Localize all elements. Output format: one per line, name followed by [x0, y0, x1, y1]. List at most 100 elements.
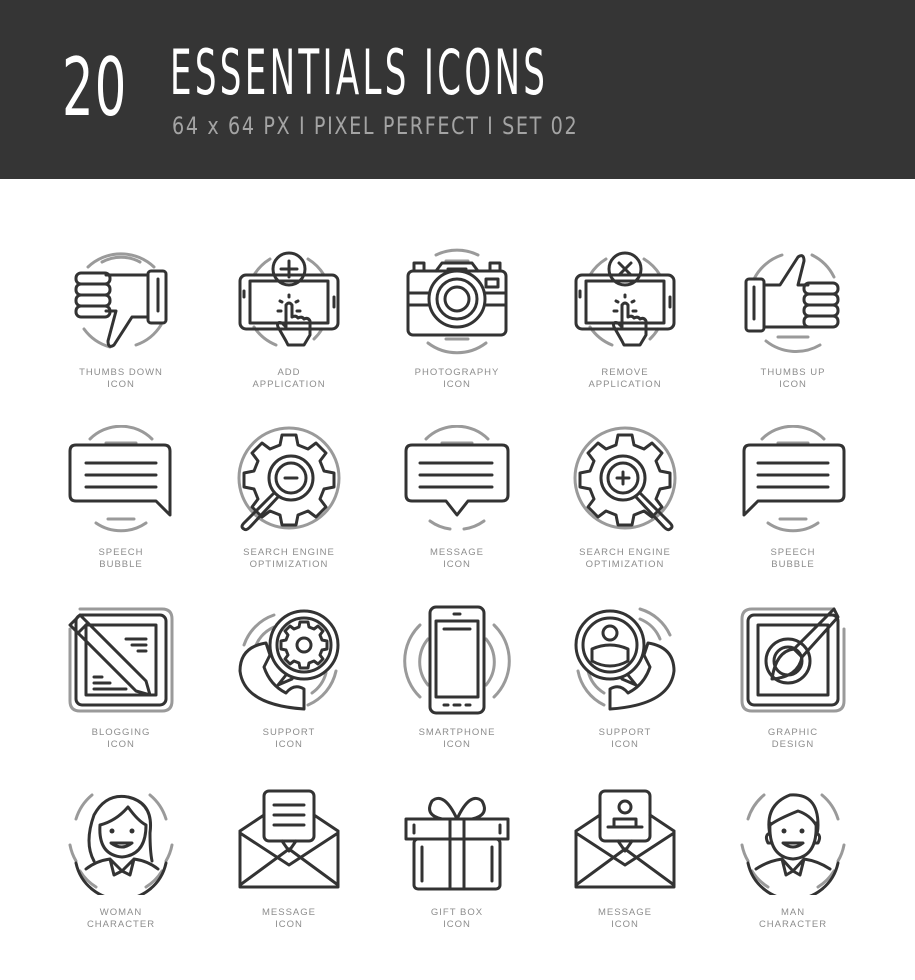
support-user-phone-icon: [574, 607, 676, 711]
icon-label: SPEECH BUBBLE: [37, 547, 205, 571]
icon-tile: MAN CHARACTER: [709, 785, 877, 965]
smartphone-icon: [403, 605, 511, 715]
icon-label-line2: OPTIMIZATION: [249, 559, 329, 570]
woman-character-icon: [68, 793, 174, 895]
icon-label: SUPPORT ICON: [205, 727, 373, 751]
seo-minus-icon: [237, 426, 341, 532]
header-banner: 20 ESSENTIALS ICONS 64 x 64 PX I PIXEL P…: [0, 0, 915, 179]
icon-label-line1: ADD: [277, 367, 301, 378]
speech-bubble-icon: [742, 425, 846, 533]
seo-plus-icon: [573, 426, 677, 532]
icon-label: SUPPORT ICON: [541, 727, 709, 751]
icon-label-line1: SEARCH ENGINE: [243, 547, 335, 558]
icon-label-line2: ICON: [779, 379, 807, 390]
icon-tile: GIFT BOX ICON: [373, 785, 541, 965]
page-subtitle: 64 x 64 PX I PIXEL PERFECT I SET 02: [172, 112, 579, 140]
icon-label-line1: WOMAN: [99, 907, 143, 918]
icon-label: GIFT BOX ICON: [373, 907, 541, 931]
icon-label-line2: APPLICATION: [252, 379, 326, 390]
icon-label-line1: MESSAGE: [262, 907, 316, 918]
icon-label: MESSAGE ICON: [205, 907, 373, 931]
icon-label: SMARTPHONE ICON: [373, 727, 541, 751]
icon-label-line1: THUMBS DOWN: [79, 367, 163, 378]
icon-label-line2: ICON: [275, 739, 303, 750]
add-application-icon: [238, 251, 340, 347]
icon-label: MESSAGE ICON: [373, 547, 541, 571]
icon-label-line2: CHARACTER: [758, 919, 828, 930]
icon-tile: REMOVE APPLICATION: [541, 245, 709, 425]
icon-label: SEARCH ENGINE OPTIMIZATION: [541, 547, 709, 571]
icon-label: SEARCH ENGINE OPTIMIZATION: [205, 547, 373, 571]
icon-label-line1: THUMBS UP: [760, 367, 826, 378]
icon-label-line1: SUPPORT: [598, 727, 652, 738]
icon-label-line2: ICON: [107, 739, 135, 750]
icon-label-line2: ICON: [611, 919, 639, 930]
icon-tile: GRAPHIC DESIGN: [709, 605, 877, 785]
icon-label-line1: MESSAGE: [430, 547, 484, 558]
icon-label-line1: SUPPORT: [262, 727, 316, 738]
icon-tile: SMARTPHONE ICON: [373, 605, 541, 785]
icon-label-line2: BUBBLE: [771, 559, 815, 570]
icon-label-line1: REMOVE: [601, 367, 649, 378]
icon-label-line2: ICON: [275, 919, 303, 930]
icon-label-line1: BLOGGING: [91, 727, 151, 738]
icon-tile: SEARCH ENGINE OPTIMIZATION: [541, 425, 709, 605]
icon-label-line2: OPTIMIZATION: [585, 559, 665, 570]
icon-tile: MESSAGE ICON: [373, 425, 541, 605]
thumbs-down-icon: [74, 252, 168, 349]
icon-tile: BLOGGING ICON: [37, 605, 205, 785]
icon-label-line2: APPLICATION: [588, 379, 662, 390]
icon-tile: SUPPORT ICON: [205, 605, 373, 785]
icon-label-line1: GIFT BOX: [430, 907, 484, 918]
icon-label: WOMAN CHARACTER: [37, 907, 205, 931]
icon-label-line1: SPEECH: [98, 547, 144, 558]
graphic-design-brush-icon: [740, 607, 846, 713]
icon-tile: ADD APPLICATION: [205, 245, 373, 425]
icon-tile: PHOTOGRAPHY ICON: [373, 245, 541, 425]
icon-label-line1: PHOTOGRAPHY: [414, 367, 500, 378]
icon-label-line2: ICON: [611, 739, 639, 750]
icon-label-line2: ICON: [443, 739, 471, 750]
icon-label-line2: ICON: [443, 379, 471, 390]
icon-label-line2: ICON: [443, 919, 471, 930]
page-title: ESSENTIALS ICONS: [170, 36, 549, 109]
icon-label: MESSAGE ICON: [541, 907, 709, 931]
icon-label: MAN CHARACTER: [709, 907, 877, 931]
icon-tile: MESSAGE ICON: [541, 785, 709, 965]
message-bubble-icon: [404, 425, 510, 531]
icon-label-line1: SMARTPHONE: [418, 727, 496, 738]
icon-tile: SEARCH ENGINE OPTIMIZATION: [205, 425, 373, 605]
icon-label-line1: SEARCH ENGINE: [579, 547, 671, 558]
thumbs-up-icon: [744, 253, 840, 353]
icon-label-line1: SPEECH: [770, 547, 816, 558]
icon-label: SPEECH BUBBLE: [709, 547, 877, 571]
envelope-message-icon: [238, 789, 340, 889]
camera-icon: [406, 248, 508, 355]
gift-box-icon: [404, 796, 510, 891]
icon-tile: SPEECH BUBBLE: [709, 425, 877, 605]
icon-label-line1: MAN: [780, 907, 806, 918]
icon-label-line2: CHARACTER: [86, 919, 156, 930]
icon-label: PHOTOGRAPHY ICON: [373, 367, 541, 391]
icon-label: ADD APPLICATION: [205, 367, 373, 391]
icon-label-line2: BUBBLE: [99, 559, 143, 570]
icon-label-line1: GRAPHIC: [767, 727, 819, 738]
icon-label: GRAPHIC DESIGN: [709, 727, 877, 751]
icon-tile: THUMBS DOWN ICON: [37, 245, 205, 425]
envelope-contact-icon: [574, 789, 676, 889]
icon-label-line2: ICON: [107, 379, 135, 390]
icon-tile: SUPPORT ICON: [541, 605, 709, 785]
speech-bubble-icon: [68, 425, 172, 533]
icon-label-line2: DESIGN: [771, 739, 815, 750]
icon-count: 20: [62, 41, 128, 134]
icon-tile: MESSAGE ICON: [205, 785, 373, 965]
icon-label: REMOVE APPLICATION: [541, 367, 709, 391]
icon-tile: SPEECH BUBBLE: [37, 425, 205, 605]
support-gear-phone-icon: [238, 609, 340, 711]
icon-label-line2: ICON: [443, 559, 471, 570]
blogging-pencil-icon: [68, 607, 174, 713]
icon-label: THUMBS UP ICON: [709, 367, 877, 391]
man-character-icon: [740, 793, 846, 895]
icon-tile: WOMAN CHARACTER: [37, 785, 205, 965]
remove-application-icon: [574, 251, 676, 347]
